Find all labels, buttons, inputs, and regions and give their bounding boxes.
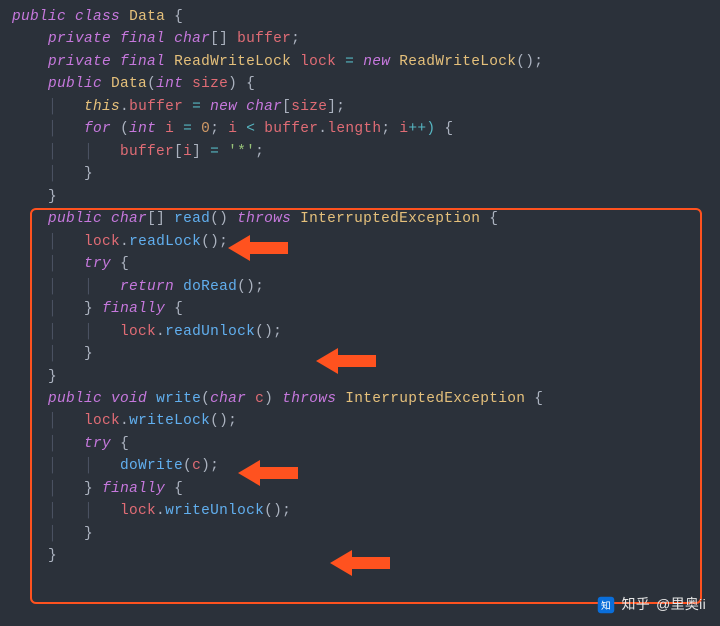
constructor: Data (111, 76, 147, 92)
watermark-site: 知乎 (621, 594, 650, 616)
call-readunlock: readUnlock (165, 324, 255, 340)
call-readlock: readLock (129, 234, 201, 250)
code-block: public class Data { private final char[]… (12, 6, 720, 568)
field-buffer: buffer (237, 31, 291, 47)
watermark: 知 知乎 @里奥ii (597, 594, 706, 616)
field-lock: lock (300, 54, 336, 70)
class-name: Data (129, 9, 165, 25)
zhihu-logo-icon: 知 (597, 596, 615, 614)
kw-public: public (12, 9, 66, 25)
call-writeunlock: writeUnlock (165, 503, 264, 519)
method-read: read (174, 211, 210, 227)
call-writelock: writeLock (129, 413, 210, 429)
kw-class: class (75, 9, 120, 25)
watermark-author: @里奥ii (656, 594, 706, 616)
method-write: write (156, 391, 201, 407)
svg-text:知: 知 (601, 599, 611, 612)
